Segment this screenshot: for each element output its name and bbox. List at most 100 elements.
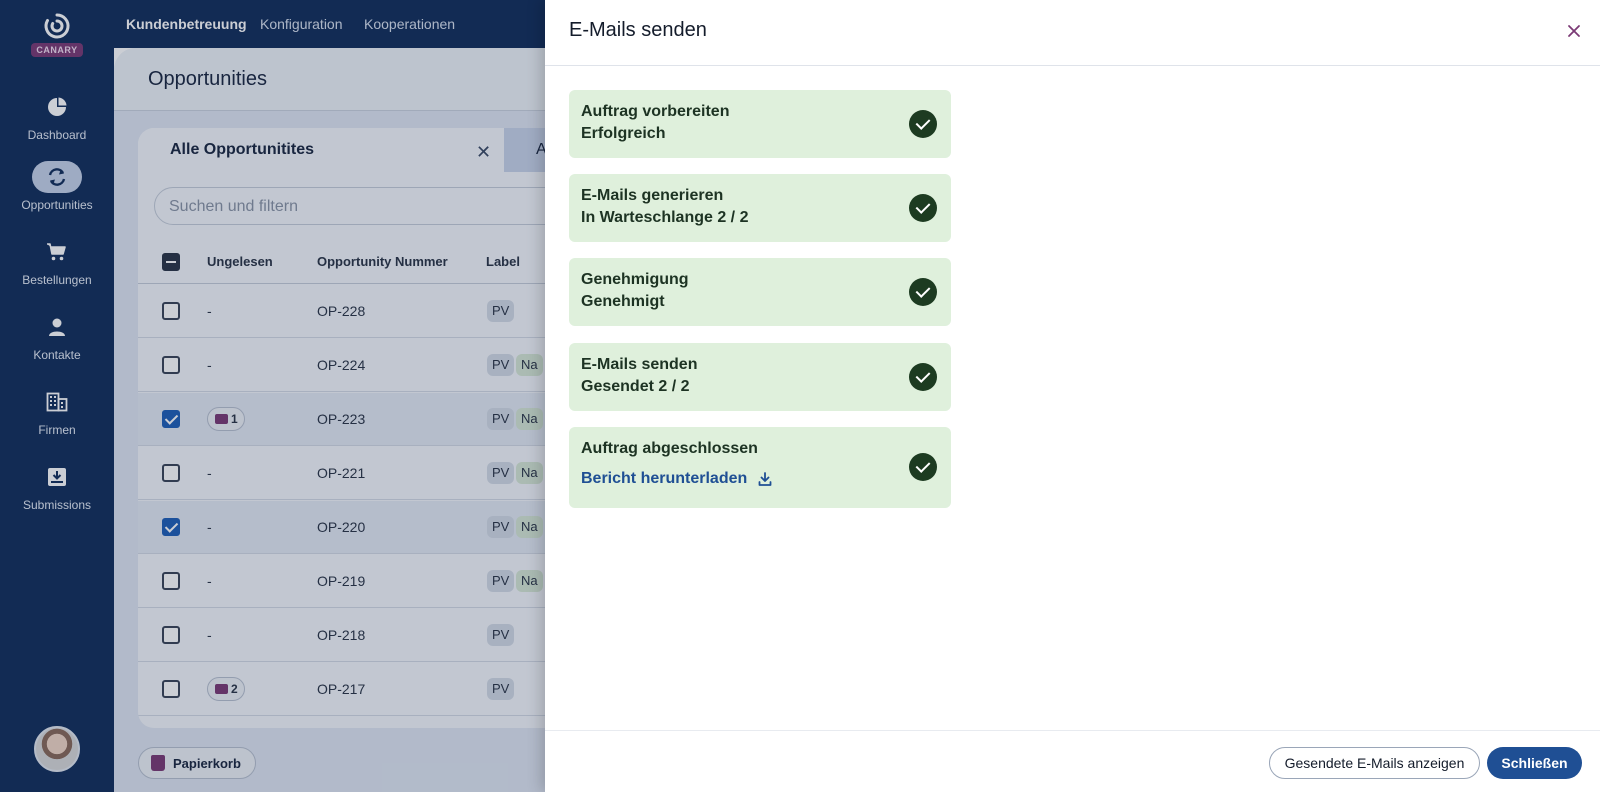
trash-icon bbox=[151, 755, 165, 771]
sidebar-item-label: Submissions bbox=[22, 498, 92, 512]
tab-label: Alle Opportunitites bbox=[170, 141, 314, 158]
step-emails-generieren: E-Mails generieren In Warteschlange 2 / … bbox=[569, 174, 951, 242]
unread-cell: - bbox=[207, 465, 212, 481]
sidebar: CANARY Dashboard Opportunities Bestellun… bbox=[0, 0, 114, 792]
unread-count: 2 bbox=[231, 682, 238, 696]
step-genehmigung: Genehmigung Genehmigt bbox=[569, 258, 951, 326]
check-circle-icon bbox=[909, 110, 937, 138]
download-icon bbox=[758, 472, 772, 486]
unread-cell: - bbox=[207, 357, 212, 373]
unread-count: 1 bbox=[231, 412, 238, 426]
canary-logo-icon bbox=[44, 13, 70, 39]
unread-cell: - bbox=[207, 519, 212, 535]
logo-badge: CANARY bbox=[31, 43, 83, 57]
sidebar-item-label: Dashboard bbox=[27, 128, 87, 142]
sidebar-item-label: Kontakte bbox=[33, 348, 81, 362]
download-report-label: Bericht herunterladen bbox=[581, 470, 748, 487]
unread-cell: - bbox=[207, 303, 212, 319]
inbox-icon bbox=[32, 461, 82, 493]
row-checkbox[interactable] bbox=[162, 626, 180, 644]
label-chip: Na bbox=[516, 516, 543, 538]
sidebar-item-submissions[interactable]: Submissions bbox=[0, 461, 114, 512]
label-chip: PV bbox=[487, 354, 515, 376]
close-icon[interactable] bbox=[1562, 19, 1586, 43]
row-checkbox[interactable] bbox=[162, 572, 180, 590]
close-tab-icon[interactable]: ✕ bbox=[476, 142, 491, 163]
building-icon bbox=[32, 386, 82, 418]
trash-label: Papierkorb bbox=[173, 755, 241, 771]
unread-cell: - bbox=[207, 573, 212, 589]
opportunity-number[interactable]: OP-217 bbox=[317, 681, 365, 697]
page-title: Opportunities bbox=[148, 68, 267, 90]
label-chip: PV bbox=[487, 624, 515, 646]
label-chip: PV bbox=[487, 300, 515, 322]
row-checkbox[interactable] bbox=[162, 356, 180, 374]
topnav-konfiguration[interactable]: Konfiguration bbox=[260, 16, 343, 32]
mail-icon bbox=[215, 414, 228, 424]
opportunity-number[interactable]: OP-218 bbox=[317, 627, 365, 643]
check-circle-icon bbox=[909, 363, 937, 391]
label-chip: Na bbox=[516, 462, 543, 484]
opportunity-number[interactable]: OP-223 bbox=[317, 411, 365, 427]
close-button[interactable]: Schließen bbox=[1487, 747, 1582, 779]
select-all-checkbox[interactable] bbox=[162, 253, 180, 271]
column-header-ungelesen[interactable]: Ungelesen bbox=[207, 254, 273, 269]
sidebar-item-firmen[interactable]: Firmen bbox=[0, 386, 114, 437]
opportunity-number[interactable]: OP-224 bbox=[317, 357, 365, 373]
mail-icon bbox=[215, 684, 228, 694]
sidebar-item-label: Bestellungen bbox=[22, 273, 92, 287]
label-chip: PV bbox=[487, 462, 515, 484]
unread-mail-badge[interactable]: 2 bbox=[207, 677, 245, 701]
view-sent-emails-button[interactable]: Gesendete E-Mails anzeigen bbox=[1269, 747, 1480, 779]
row-checkbox[interactable] bbox=[162, 302, 180, 320]
refresh-icon bbox=[32, 161, 82, 193]
check-circle-icon bbox=[909, 194, 937, 222]
search-placeholder: Suchen und filtern bbox=[169, 198, 298, 215]
opportunity-number[interactable]: OP-228 bbox=[317, 303, 365, 319]
step-status: In Warteschlange 2 / 2 bbox=[581, 209, 749, 226]
drawer-header: E-Mails senden bbox=[545, 0, 1600, 66]
label-chip: PV bbox=[487, 516, 515, 538]
row-checkbox[interactable] bbox=[162, 518, 180, 536]
trash-button[interactable]: Papierkorb bbox=[138, 747, 256, 779]
cart-icon bbox=[32, 236, 82, 268]
topnav-kundenbetreuung[interactable]: Kundenbetreuung bbox=[126, 16, 247, 32]
tab-alle-opportunities[interactable]: Alle Opportunitites ✕ bbox=[138, 128, 504, 172]
label-chip: Na bbox=[516, 570, 543, 592]
sidebar-item-dashboard[interactable]: Dashboard bbox=[0, 91, 114, 142]
step-status: Genehmigt bbox=[581, 293, 665, 310]
sidebar-item-opportunities[interactable]: Opportunities bbox=[0, 161, 114, 212]
step-status: Gesendet 2 / 2 bbox=[581, 378, 690, 395]
label-chip: PV bbox=[487, 408, 515, 430]
person-icon bbox=[32, 311, 82, 343]
step-auftrag-vorbereiten: Auftrag vorbereiten Erfolgreich bbox=[569, 90, 951, 158]
column-header-label[interactable]: Label bbox=[486, 254, 520, 269]
step-title: Auftrag vorbereiten bbox=[581, 103, 730, 120]
sidebar-item-bestellungen[interactable]: Bestellungen bbox=[0, 236, 114, 287]
drawer-title: E-Mails senden bbox=[569, 19, 707, 41]
row-checkbox[interactable] bbox=[162, 464, 180, 482]
avatar[interactable] bbox=[34, 726, 80, 772]
opportunity-number[interactable]: OP-221 bbox=[317, 465, 365, 481]
opportunity-number[interactable]: OP-219 bbox=[317, 573, 365, 589]
topnav-kooperationen[interactable]: Kooperationen bbox=[364, 16, 455, 32]
sidebar-item-label: Opportunities bbox=[21, 198, 93, 212]
label-chip: PV bbox=[487, 570, 515, 592]
row-checkbox[interactable] bbox=[162, 410, 180, 428]
sidebar-item-kontakte[interactable]: Kontakte bbox=[0, 311, 114, 362]
label-chip: Na bbox=[516, 408, 543, 430]
download-report-link[interactable]: Bericht herunterladen bbox=[581, 470, 773, 488]
unread-mail-badge[interactable]: 1 bbox=[207, 407, 245, 431]
step-title: E-Mails senden bbox=[581, 356, 698, 373]
logo[interactable]: CANARY bbox=[0, 12, 114, 58]
sidebar-item-label: Firmen bbox=[38, 423, 76, 437]
column-header-opportunity-nummer[interactable]: Opportunity Nummer bbox=[317, 254, 448, 269]
opportunity-number[interactable]: OP-220 bbox=[317, 519, 365, 535]
unread-cell: - bbox=[207, 627, 212, 643]
step-title: Auftrag abgeschlossen bbox=[581, 440, 758, 457]
label-chip: Na bbox=[516, 354, 543, 376]
step-emails-senden: E-Mails senden Gesendet 2 / 2 bbox=[569, 343, 951, 411]
label-chip: PV bbox=[487, 678, 515, 700]
row-checkbox[interactable] bbox=[162, 680, 180, 698]
pie-chart-icon bbox=[32, 91, 82, 123]
